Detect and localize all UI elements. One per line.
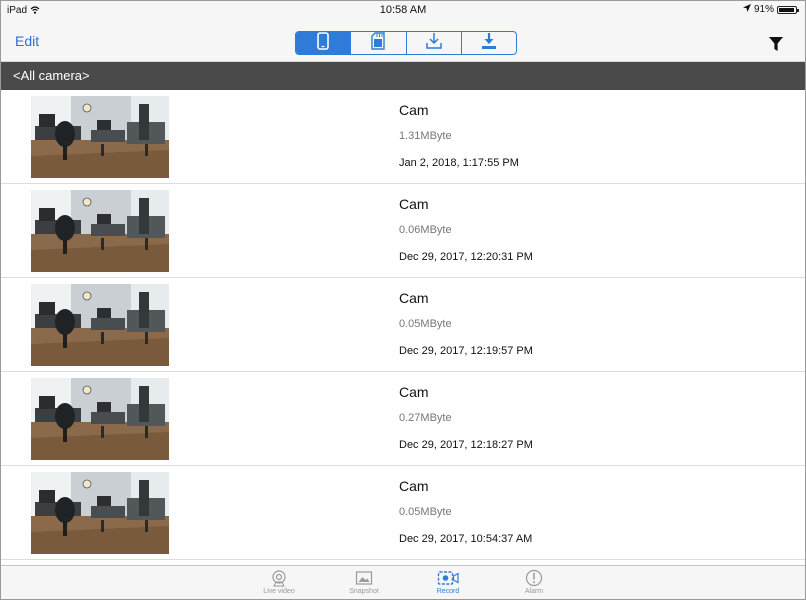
recording-camera-name: Cam — [399, 478, 429, 494]
recording-thumbnail — [31, 378, 169, 460]
recording-file-size: 0.05MByte — [399, 506, 452, 518]
image-icon — [334, 569, 394, 587]
tab-label: Record — [436, 588, 460, 595]
recording-list[interactable]: Cam 1.31MByte Jan 2, 2018, 1:17:55 PM Ca… — [1, 91, 805, 565]
nav-bar: Edit — [1, 19, 805, 62]
filter-icon — [769, 37, 783, 55]
recording-file-size: 0.05MByte — [399, 318, 452, 330]
recording-date: Dec 29, 2017, 12:19:57 PM — [399, 345, 533, 357]
recording-camera-name: Cam — [399, 196, 429, 212]
location-arrow-icon — [742, 4, 751, 15]
tab-label: Snapshot — [349, 588, 379, 595]
recording-thumbnail — [31, 190, 169, 272]
recording-camera-name: Cam — [399, 102, 429, 118]
recording-date: Dec 29, 2017, 10:54:37 AM — [399, 533, 533, 545]
video-record-icon — [418, 569, 478, 587]
recording-file-size: 1.31MByte — [399, 130, 452, 142]
recording-thumbnail — [31, 472, 169, 554]
sd-card-icon — [371, 32, 386, 54]
segment-download-outline[interactable] — [405, 32, 461, 54]
battery-percent: 91% — [753, 4, 774, 15]
recording-camera-name: Cam — [399, 290, 429, 306]
recording-file-size: 0.06MByte — [399, 224, 452, 236]
storage-segmented-control — [295, 31, 517, 55]
status-time: 10:58 AM — [379, 4, 427, 16]
tab-label: Alarm — [524, 588, 544, 595]
recording-row[interactable]: Cam 0.27MByte Dec 29, 2017, 12:18:27 PM — [1, 373, 805, 466]
recording-row[interactable]: Cam 1.31MByte Jan 2, 2018, 1:17:55 PM — [1, 91, 805, 184]
tab-label: Live video — [263, 588, 295, 595]
recording-file-size: 0.27MByte — [399, 412, 452, 424]
tab-alarm[interactable]: Alarm — [504, 569, 564, 595]
download-outline-icon — [425, 32, 443, 54]
recording-thumbnail — [31, 284, 169, 366]
tab-record[interactable]: Record — [418, 569, 478, 595]
segment-phone[interactable] — [296, 32, 351, 54]
recording-row[interactable]: Cam 0.05MByte Dec 29, 2017, 12:19:57 PM — [1, 279, 805, 372]
recording-date: Jan 2, 2018, 1:17:55 PM — [399, 157, 519, 169]
download-icon — [480, 32, 498, 54]
webcam-icon — [249, 569, 309, 587]
alert-icon — [504, 569, 564, 587]
recording-row[interactable]: Cam 0.05MByte Dec 29, 2017, 10:54:37 AM — [1, 467, 805, 560]
tab-snapshot[interactable]: Snapshot — [334, 569, 394, 595]
recording-date: Dec 29, 2017, 12:20:31 PM — [399, 251, 533, 263]
recording-camera-name: Cam — [399, 384, 429, 400]
status-right: 91% — [742, 4, 799, 15]
app-window: iPad 10:58 AM 91% Edit <All camera> Cam … — [0, 0, 806, 600]
edit-button[interactable]: Edit — [15, 33, 39, 49]
phone-icon — [317, 32, 329, 54]
recording-date: Dec 29, 2017, 12:18:27 PM — [399, 439, 533, 451]
tab-bar: Live video Snapshot Record Alarm — [1, 565, 805, 599]
recording-row[interactable]: Cam 0.06MByte Dec 29, 2017, 12:20:31 PM — [1, 185, 805, 278]
recording-thumbnail — [31, 96, 169, 178]
battery-icon — [777, 5, 799, 14]
camera-group-header[interactable]: <All camera> — [1, 62, 805, 90]
segment-download[interactable] — [460, 32, 516, 54]
tab-live-video[interactable]: Live video — [249, 569, 309, 595]
filter-button[interactable] — [769, 37, 783, 56]
status-bar: iPad 10:58 AM 91% — [1, 1, 805, 19]
segment-sd-card[interactable] — [350, 32, 405, 54]
